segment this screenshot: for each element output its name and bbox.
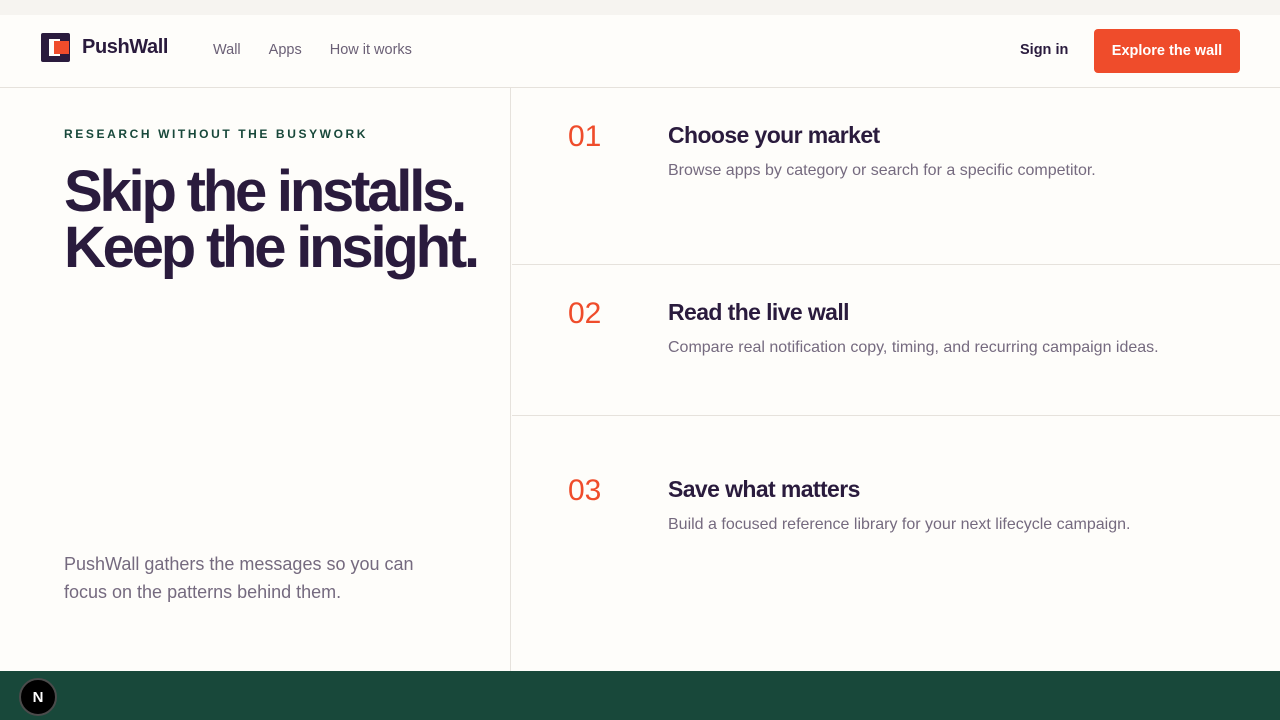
footer-band [0,671,1280,720]
step-title: Save what matters [668,476,860,502]
site-header: PushWall Wall Apps How it works Sign in … [0,15,1280,88]
hero-section: RESEARCH WITHOUT THE BUSYWORK Skip the i… [0,88,511,671]
nextjs-icon[interactable]: N [19,678,57,716]
top-strip [0,0,1280,15]
step-title: Choose your market [668,122,880,148]
step-item: 03 Save what matters Build a focused ref… [512,416,1280,671]
step-title: Read the live wall [668,299,850,325]
step-number: 03 [568,474,602,507]
hero-headline: Skip the installs. Keep the insight. [64,163,504,277]
step-description: Browse apps by category or search for a … [668,162,1096,179]
main-nav: Wall Apps How it works [213,42,412,58]
steps-list: 01 Choose your market Browse apps by cat… [512,88,1280,671]
hero-eyebrow: RESEARCH WITHOUT THE BUSYWORK [64,127,369,141]
nav-link-apps[interactable]: Apps [269,42,302,58]
step-description: Compare real notification copy, timing, … [668,339,1159,356]
nav-link-how-it-works[interactable]: How it works [330,42,412,58]
nav-link-wall[interactable]: Wall [213,42,241,58]
step-description: Build a focused reference library for yo… [668,516,1131,533]
step-number: 02 [568,297,602,330]
logo-text: PushWall [82,36,169,58]
explore-wall-button[interactable]: Explore the wall [1094,29,1240,73]
headline-line-2: Keep the insight. [64,215,480,280]
step-item: 02 Read the live wall Compare real notif… [512,238,1280,416]
pushwall-logo-icon [41,33,70,62]
step-number: 01 [568,120,602,153]
logo[interactable]: PushWall [41,33,168,62]
hero-lede: PushWall gathers the messages so you can… [64,554,414,602]
sign-in-link[interactable]: Sign in [1020,42,1068,58]
